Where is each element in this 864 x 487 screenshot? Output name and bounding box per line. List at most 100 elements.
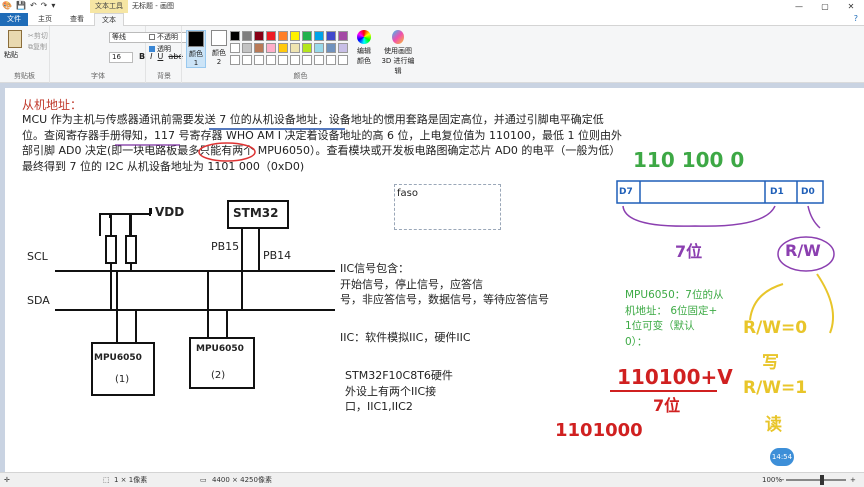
hand-d1: D1 <box>770 187 784 197</box>
status-bar: ✛ ⬚ 1 × 1像素 ▭ 4400 × 4250像素 100% − + <box>0 472 864 486</box>
close-button[interactable]: ✕ <box>838 0 864 13</box>
address-register <box>616 180 824 204</box>
font-group-label: 字体 <box>91 72 105 80</box>
customize-qat-icon[interactable]: ▾ <box>51 1 55 10</box>
copy-button[interactable]: ⧉复制 <box>28 42 47 52</box>
pb14-label: PB14 <box>263 249 292 262</box>
ribbon: 粘贴 ✂剪切 ⧉复制 剪贴板 等线 16 B I U abc 字体 不透明 透明… <box>0 26 864 83</box>
scl-label: SCL <box>27 250 48 263</box>
text-input-box[interactable]: faso <box>394 184 501 230</box>
redo-icon[interactable]: ↷ <box>41 1 48 10</box>
palette-swatch[interactable] <box>314 55 324 65</box>
color1-button[interactable]: 颜色 1 <box>186 30 206 68</box>
pullup-resistor-1 <box>105 235 117 264</box>
sda-label: SDA <box>27 294 50 307</box>
tab-file[interactable]: 文件 <box>0 13 28 26</box>
palette-swatch[interactable] <box>290 31 300 41</box>
save-icon[interactable]: 💾 <box>16 1 26 10</box>
app-icon: 🎨 <box>2 1 12 10</box>
pb15-label: PB15 <box>211 240 240 253</box>
palette-swatch[interactable] <box>278 55 288 65</box>
stm32-note: STM32F10C8T6硬件 外设上有两个IIC接 口，IIC1,IIC2 <box>345 369 453 413</box>
palette-swatch[interactable] <box>230 43 240 53</box>
palette-swatch[interactable] <box>254 43 264 53</box>
palette-swatch[interactable] <box>278 43 288 53</box>
palette-swatch[interactable] <box>278 31 288 41</box>
vdd-label: VDD <box>155 205 185 219</box>
palette-swatch[interactable] <box>242 43 252 53</box>
palette-swatch[interactable] <box>326 55 336 65</box>
font-group: 等线 16 B I U abc 字体 <box>51 26 189 83</box>
undo-icon[interactable]: ↶ <box>30 1 37 10</box>
hand-seven-bits: 7位 <box>675 242 703 261</box>
palette-swatch[interactable] <box>338 31 348 41</box>
palette-swatch[interactable] <box>326 31 336 41</box>
tab-home[interactable]: 主页 <box>30 13 60 26</box>
color2-swatch <box>211 30 227 46</box>
opaque-icon <box>149 34 155 40</box>
edit-colors-button[interactable]: 编辑颜色 <box>355 30 373 66</box>
zoom-out-button[interactable]: − <box>779 473 785 487</box>
tab-text[interactable]: 文本 <box>94 13 124 26</box>
paint3d-button[interactable]: 使用画图 3D 进行编辑 <box>380 30 416 76</box>
pullup-resistor-2 <box>125 235 137 264</box>
background-group: 不透明 透明 背景 <box>147 26 182 83</box>
paint3d-icon <box>392 30 404 44</box>
palette-swatch[interactable] <box>242 31 252 41</box>
cut-button[interactable]: ✂剪切 <box>28 31 48 41</box>
color-palette <box>230 31 348 65</box>
zoom-in-button[interactable]: + <box>850 473 856 487</box>
paste-icon[interactable] <box>8 30 22 48</box>
hand-bits: 110 100 0 <box>633 148 745 172</box>
iic-types-note: IIC：软件模拟IIC，硬件IIC <box>340 331 471 344</box>
palette-swatch[interactable] <box>266 55 276 65</box>
zoom-slider[interactable] <box>786 479 846 481</box>
chip2-label: MPU6050 <box>196 344 244 354</box>
palette-swatch[interactable] <box>254 31 264 41</box>
hand-d0: D0 <box>801 187 815 197</box>
opaque-option[interactable]: 不透明 <box>149 32 178 42</box>
palette-swatch[interactable] <box>302 43 312 53</box>
canvas-size: 4400 × 4250像素 <box>212 476 272 484</box>
iic-signals-note: IIC信号包含： 开始信号，停止信号，应答信 号，非应答信号，数据信号，等待应答… <box>340 262 549 306</box>
color1-swatch <box>188 31 204 47</box>
palette-swatch[interactable] <box>338 43 348 53</box>
palette-swatch[interactable] <box>254 55 264 65</box>
context-tab-text-tools: 文本工具 <box>90 0 128 13</box>
palette-swatch[interactable] <box>266 31 276 41</box>
palette-swatch[interactable] <box>230 55 240 65</box>
minimize-button[interactable]: — <box>786 0 812 13</box>
color2-button[interactable]: 颜色 2 <box>209 30 229 68</box>
mpu6050-note: MPU6050：7位的从 机地址： 6位固定+ 1位可变（默认 0）： <box>625 289 724 348</box>
zoom-slider-thumb[interactable] <box>820 475 824 485</box>
time-badge: 14:54 <box>770 448 794 466</box>
palette-swatch[interactable] <box>314 43 324 53</box>
palette-swatch[interactable] <box>338 55 348 65</box>
bold-button[interactable]: B <box>139 52 145 61</box>
help-icon[interactable]: ? <box>854 14 858 23</box>
drawing-canvas[interactable]: 从机地址： MCU 作为主机与传感器通讯前需要发送 7 位的从机设备地址，设备地… <box>5 88 864 472</box>
title-bar: 🎨 💾 ↶ ↷ ▾ 文本工具 无标题 - 画图 — ▢ ✕ <box>0 0 864 13</box>
palette-swatch[interactable] <box>266 43 276 53</box>
font-size-select[interactable]: 16 <box>109 52 133 63</box>
stm32-label: STM32 <box>233 206 279 220</box>
background-group-label: 背景 <box>157 72 171 80</box>
palette-swatch[interactable] <box>314 31 324 41</box>
palette-swatch[interactable] <box>302 55 312 65</box>
hand-seven-bits-2: 7位 <box>653 396 681 415</box>
palette-swatch[interactable] <box>230 31 240 41</box>
hand-rw1: R/W=1 <box>743 378 808 398</box>
palette-swatch[interactable] <box>290 55 300 65</box>
palette-swatch[interactable] <box>302 31 312 41</box>
canvas-size-icon: ▭ <box>200 476 207 484</box>
paste-button[interactable]: 粘贴 <box>4 50 18 60</box>
palette-swatch[interactable] <box>326 43 336 53</box>
window-controls: — ▢ ✕ <box>786 0 864 13</box>
palette-swatch[interactable] <box>242 55 252 65</box>
transparent-option[interactable]: 透明 <box>149 44 171 54</box>
ribbon-tabs: 文件 主页 查看 文本 ? <box>0 13 864 26</box>
hand-write: 写 <box>762 353 779 373</box>
palette-swatch[interactable] <box>290 43 300 53</box>
tab-view[interactable]: 查看 <box>62 13 92 26</box>
maximize-button[interactable]: ▢ <box>812 0 838 13</box>
